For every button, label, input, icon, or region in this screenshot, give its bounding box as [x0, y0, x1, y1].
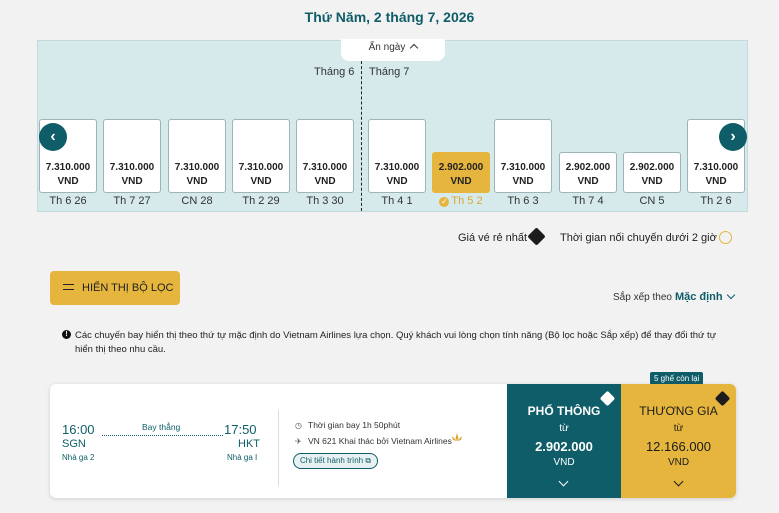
fare-business[interactable]: THƯƠNG GIA từ 12.166.000 VND — [621, 384, 736, 498]
notice-text: Các chuyến bay hiển thị theo thứ tự mặc … — [75, 330, 717, 355]
legend-cheapest-label: Giá vé rẻ nhất — [458, 232, 528, 244]
sort-control[interactable]: Sắp xếp theo Mặc định — [613, 290, 735, 303]
plane-icon: ✈ — [295, 437, 302, 446]
day-currency: VND — [386, 176, 408, 187]
flight-operator: ✈ VN 621 Khai thác bởi Vietnam Airlines — [295, 436, 452, 446]
day-price: 2.902.000 — [438, 162, 484, 173]
day-price: 7.310.000 — [45, 162, 91, 173]
sorting-notice: ! Các chuyến bay hiển thị theo thứ tự mặ… — [62, 329, 732, 357]
day-price: 7.310.000 — [693, 162, 739, 173]
hide-dates-label: Ẩn ngày — [368, 42, 406, 53]
day-price-box: 7.310.000 VND — [168, 119, 226, 193]
day-currency: VND — [512, 176, 534, 187]
day-price: 7.310.000 — [174, 162, 220, 173]
day-price: 7.310.000 — [238, 162, 284, 173]
chevron-left-icon[interactable]: ‹ — [39, 123, 67, 151]
arrive-code: HKT — [238, 438, 260, 450]
fare-from: từ — [559, 423, 569, 434]
flight-card: 16:00 SGN Nhà ga 2 Bay thẳng 17:50 HKT N… — [50, 384, 736, 498]
page-title: Thứ Năm, 2 tháng 7, 2026 — [304, 9, 475, 25]
month-label-june: Tháng 6 — [314, 66, 355, 78]
arrive-terminal: Nhà ga I — [227, 453, 258, 462]
day-price-box: 7.310.000 VND — [296, 119, 354, 193]
day-label: Th 5 2 — [451, 195, 483, 207]
itinerary-detail-label: Chi tiết hành trình — [299, 456, 364, 465]
date-calendar-strip: Ẩn ngày Tháng 6 Tháng 7 7.310.000 VND Th 6… — [37, 39, 748, 212]
hide-dates-toggle[interactable]: Ẩn ngày — [341, 39, 445, 61]
day-price: 2.902.000 — [565, 162, 611, 173]
legend-cheapest: Giá vé rẻ nhất — [458, 227, 546, 246]
route-line — [102, 435, 223, 436]
flight-duration: ◷ Thời gian bay 1h 50phút — [295, 420, 400, 430]
tag-icon — [527, 227, 546, 246]
legend-connection-label: Thời gian nối chuyến dưới 2 giờ — [560, 232, 717, 244]
info-icon: ! — [62, 330, 71, 339]
day-price: 2.902.000 — [629, 162, 675, 173]
day-price-box: 2.902.000 VND — [559, 152, 617, 193]
day-price-box: 7.310.000 VND — [232, 119, 290, 193]
fare-name: PHỔ THÔNG — [527, 404, 601, 418]
itinerary-detail-button[interactable]: Chi tiết hành trình ⧉ — [293, 453, 378, 469]
day-price-box: 7.310.000 VND — [103, 119, 161, 193]
day-price: 7.310.000 — [302, 162, 348, 173]
check-circle-icon: ✓ — [439, 197, 450, 207]
card-divider — [278, 410, 279, 486]
fare-price: 12.166.000 — [645, 439, 712, 454]
chevron-down-icon — [558, 476, 569, 487]
lotus-logo-icon — [452, 433, 462, 441]
fare-from: từ — [673, 423, 684, 434]
chevron-down-icon — [726, 290, 735, 300]
clock-icon: ◷ — [295, 421, 302, 430]
show-filter-button[interactable]: HIỂN THỊ BỘ LỌC — [50, 271, 180, 305]
day-currency: VND — [450, 176, 472, 187]
timer-icon — [718, 231, 732, 244]
depart-terminal: Nhà ga 2 — [62, 453, 95, 462]
day-price: 7.310.000 — [374, 162, 420, 173]
month-divider — [361, 61, 362, 211]
arrive-time: 17:50 — [224, 422, 257, 437]
day-currency: VND — [314, 176, 336, 187]
chevron-up-icon — [410, 43, 419, 53]
day-currency: VND — [57, 176, 79, 187]
day-currency: VND — [250, 176, 272, 187]
day-price-box: 7.310.000 VND — [494, 119, 552, 193]
legend-short-connection: Thời gian nối chuyến dưới 2 giờ — [560, 228, 732, 244]
day-currency: VND — [121, 176, 143, 187]
depart-time: 16:00 — [62, 422, 95, 437]
filter-label: HIỂN THỊ BỘ LỌC — [82, 282, 174, 294]
sort-value[interactable]: Mặc định — [675, 291, 723, 303]
operator-text: VN 621 Khai thác bởi Vietnam Airlines — [308, 436, 452, 446]
fare-currency: VND — [667, 457, 690, 468]
external-link-icon: ⧉ — [365, 456, 372, 465]
day-price: 7.310.000 — [500, 162, 546, 173]
fare-economy[interactable]: PHỔ THÔNG từ 2.902.000 VND — [507, 384, 621, 498]
fare-price: 2.902.000 — [535, 439, 593, 454]
fare-currency: VND — [553, 457, 575, 468]
day-currency: VND — [577, 176, 599, 187]
day-label: Th 3 30 — [306, 195, 344, 207]
day-price-box: 7.310.000 VND — [368, 119, 426, 193]
chevron-right-icon[interactable]: › — [719, 123, 747, 151]
day-price-box: 2.902.000 VND — [432, 152, 490, 193]
flight-search-page: Thứ Năm, 2 tháng 7, 2026 Ẩn ngày Tháng 6… — [0, 0, 779, 513]
month-label-july: Tháng 7 — [369, 66, 410, 78]
day-price: 7.310.000 — [109, 162, 155, 173]
day-currency: VND — [641, 176, 663, 187]
day-price-box: 2.902.000 VND — [623, 152, 681, 193]
day-currency: VND — [705, 176, 727, 187]
depart-code: SGN — [62, 438, 86, 450]
day-currency: VND — [186, 176, 208, 187]
day-label: Th 2 6 — [700, 195, 732, 207]
fare-name: THƯƠNG GIA — [639, 404, 718, 418]
duration-text: Thời gian bay 1h 50phút — [308, 420, 401, 430]
chevron-down-icon — [673, 476, 683, 487]
filter-icon — [63, 284, 74, 290]
sort-label: Sắp xếp theo — [613, 292, 672, 303]
direct-flight-label: Bay thẳng — [142, 422, 181, 432]
